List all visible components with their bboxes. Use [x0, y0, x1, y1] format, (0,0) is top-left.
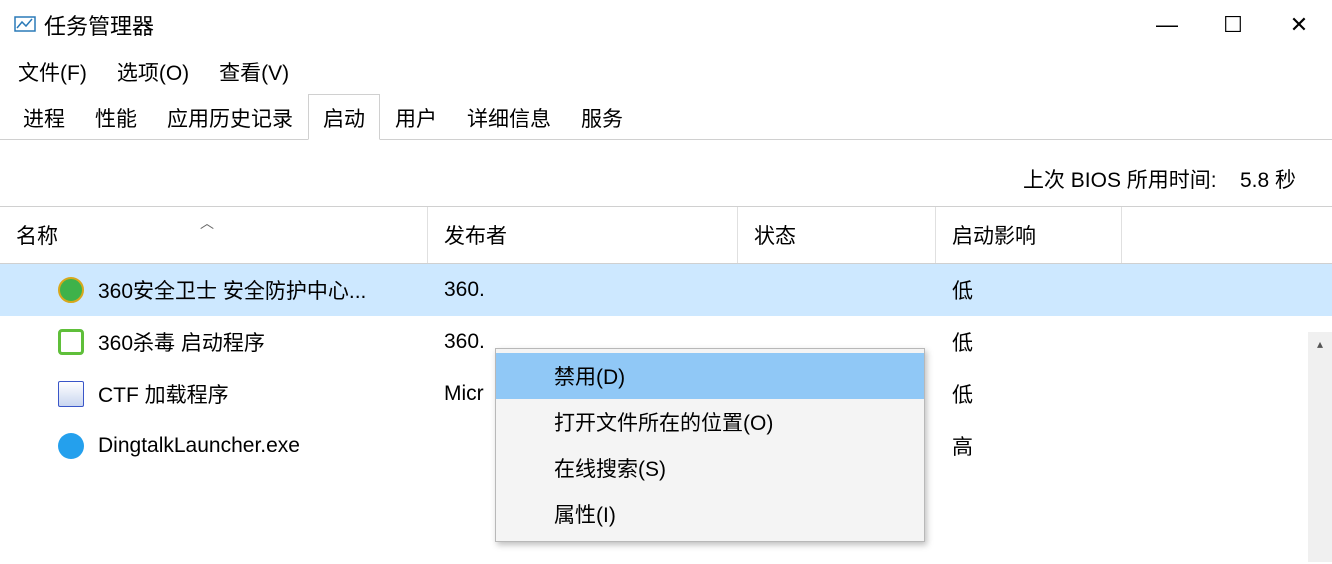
column-status-label: 状态 [754, 220, 796, 250]
minimize-icon: — [1156, 12, 1178, 38]
column-impact-label: 启动影响 [952, 220, 1036, 250]
context-disable-label: 禁用(D) [554, 361, 625, 391]
maximize-icon: ☐ [1223, 12, 1243, 38]
process-name: 360安全卫士 安全防护中心... [98, 275, 366, 305]
close-icon: ✕ [1290, 12, 1308, 38]
menu-bar: 文件(F) 选项(O) 查看(V) [0, 50, 1332, 94]
column-name-label: 名称 [16, 220, 58, 250]
menu-view[interactable]: 查看(V) [215, 55, 293, 89]
process-name: DingtalkLauncher.exe [98, 434, 300, 458]
process-icon [58, 329, 84, 355]
context-properties-label: 属性(I) [554, 499, 616, 529]
context-disable[interactable]: 禁用(D) [496, 353, 924, 399]
bios-time-label: 上次 BIOS 所用时间: [1023, 169, 1217, 192]
tab-performance[interactable]: 性能 [80, 94, 152, 140]
tab-details[interactable]: 详细信息 [452, 94, 566, 140]
window-title: 任务管理器 [44, 9, 154, 41]
process-publisher: 360. [428, 278, 738, 302]
process-impact: 低 [936, 275, 1122, 305]
context-menu: 禁用(D) 打开文件所在的位置(O) 在线搜索(S) 属性(I) [495, 348, 925, 542]
tab-app-history[interactable]: 应用历史记录 [152, 94, 308, 140]
title-bar: 任务管理器 [0, 0, 1332, 50]
context-search-online-label: 在线搜索(S) [554, 453, 666, 483]
context-open-location-label: 打开文件所在的位置(O) [554, 407, 773, 437]
vertical-scrollbar[interactable]: ▴ [1308, 332, 1332, 562]
tab-users[interactable]: 用户 [380, 94, 452, 140]
bios-time-line: 上次 BIOS 所用时间: 5.8 秒 [0, 140, 1332, 206]
process-name: 360杀毒 启动程序 [98, 327, 265, 357]
scroll-up-icon[interactable]: ▴ [1308, 332, 1332, 356]
process-icon [58, 277, 84, 303]
process-impact: 低 [936, 379, 1122, 409]
menu-file[interactable]: 文件(F) [14, 55, 91, 89]
tab-bar: 进程 性能 应用历史记录 启动 用户 详细信息 服务 [0, 94, 1332, 140]
context-open-file-location[interactable]: 打开文件所在的位置(O) [496, 399, 924, 445]
app-icon [14, 14, 36, 36]
tab-processes[interactable]: 进程 [8, 94, 80, 140]
window-controls: — ☐ ✕ [1134, 0, 1332, 50]
close-button[interactable]: ✕ [1266, 0, 1332, 50]
column-header-status[interactable]: 状态 [738, 207, 936, 263]
maximize-button[interactable]: ☐ [1200, 0, 1266, 50]
context-properties[interactable]: 属性(I) [496, 491, 924, 537]
column-header-name[interactable]: 名称 [0, 207, 428, 263]
process-icon [58, 381, 84, 407]
tab-startup[interactable]: 启动 [308, 94, 380, 140]
tab-services[interactable]: 服务 [566, 94, 638, 140]
process-name: CTF 加载程序 [98, 379, 229, 409]
sort-caret-icon: ︿ [200, 213, 214, 233]
table-row[interactable]: 360安全卫士 安全防护中心... 360. 低 [0, 264, 1332, 316]
table-header: ︿ 名称 发布者 状态 启动影响 [0, 206, 1332, 264]
column-header-impact[interactable]: 启动影响 [936, 207, 1122, 263]
column-publisher-label: 发布者 [444, 220, 507, 250]
process-impact: 低 [936, 327, 1122, 357]
process-icon [58, 433, 84, 459]
process-impact: 高 [936, 431, 1122, 461]
bios-time-value: 5.8 秒 [1240, 169, 1296, 192]
context-search-online[interactable]: 在线搜索(S) [496, 445, 924, 491]
menu-options[interactable]: 选项(O) [113, 55, 193, 89]
minimize-button[interactable]: — [1134, 0, 1200, 50]
column-header-publisher[interactable]: 发布者 [428, 207, 738, 263]
